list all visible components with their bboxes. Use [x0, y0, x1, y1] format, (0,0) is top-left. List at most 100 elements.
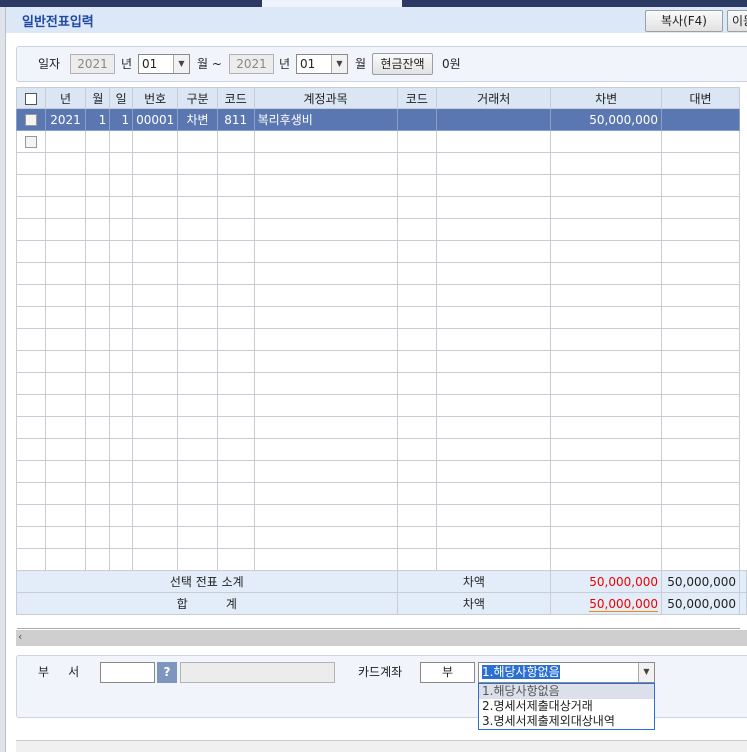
- table-cell[interactable]: [550, 306, 662, 329]
- table-cell[interactable]: [396, 130, 438, 153]
- table-cell[interactable]: [109, 548, 134, 571]
- table-cell[interactable]: [44, 460, 87, 483]
- column-header[interactable]: 일: [109, 87, 134, 109]
- table-cell[interactable]: [436, 262, 552, 285]
- table-cell[interactable]: [132, 130, 179, 153]
- column-header[interactable]: 거래처: [436, 87, 552, 109]
- table-cell[interactable]: [396, 152, 438, 175]
- table-cell[interactable]: [660, 482, 741, 505]
- table-cell[interactable]: [660, 152, 741, 175]
- table-cell[interactable]: [85, 130, 111, 153]
- table-cell[interactable]: [253, 306, 398, 329]
- table-cell[interactable]: [396, 526, 438, 549]
- month-to-select[interactable]: 01 ▼: [296, 54, 348, 74]
- table-cell[interactable]: [132, 350, 179, 373]
- table-cell[interactable]: [44, 306, 87, 329]
- table-cell[interactable]: [216, 504, 255, 527]
- table-cell[interactable]: [660, 240, 741, 263]
- table-cell[interactable]: [44, 504, 87, 527]
- table-cell[interactable]: [85, 328, 111, 351]
- table-cell[interactable]: [436, 284, 552, 307]
- table-cell[interactable]: [132, 218, 179, 241]
- table-cell[interactable]: [85, 372, 111, 395]
- table-cell[interactable]: [132, 416, 179, 439]
- table-cell[interactable]: [396, 284, 438, 307]
- table-cell[interactable]: [177, 372, 218, 395]
- table-cell[interactable]: [660, 416, 741, 439]
- checkbox-icon[interactable]: [24, 114, 37, 126]
- table-cell[interactable]: [253, 416, 398, 439]
- table-cell[interactable]: [550, 350, 662, 373]
- table-cell[interactable]: [109, 284, 134, 307]
- table-cell[interactable]: [660, 108, 741, 131]
- table-cell[interactable]: [550, 438, 662, 461]
- table-cell[interactable]: [550, 482, 662, 505]
- table-cell[interactable]: [132, 152, 179, 175]
- table-row[interactable]: [16, 284, 747, 307]
- table-cell[interactable]: [396, 174, 438, 197]
- table-cell[interactable]: [44, 482, 87, 505]
- table-cell[interactable]: [396, 438, 438, 461]
- table-cell[interactable]: [216, 196, 255, 219]
- table-cell[interactable]: [177, 218, 218, 241]
- table-cell[interactable]: [44, 174, 87, 197]
- table-cell[interactable]: [550, 416, 662, 439]
- table-cell[interactable]: [44, 284, 87, 307]
- month-from-select[interactable]: 01 ▼: [138, 54, 190, 74]
- table-cell[interactable]: [436, 240, 552, 263]
- table-cell[interactable]: [253, 350, 398, 373]
- table-cell[interactable]: [132, 328, 179, 351]
- table-cell[interactable]: [109, 438, 134, 461]
- table-cell[interactable]: [85, 548, 111, 571]
- table-cell[interactable]: [396, 372, 438, 395]
- table-cell[interactable]: 811: [216, 108, 255, 131]
- table-cell[interactable]: [44, 218, 87, 241]
- table-cell[interactable]: [550, 284, 662, 307]
- table-cell[interactable]: [85, 262, 111, 285]
- table-cell[interactable]: [396, 218, 438, 241]
- table-cell[interactable]: [396, 240, 438, 263]
- row-checkbox[interactable]: [16, 460, 46, 483]
- row-checkbox[interactable]: [16, 548, 46, 571]
- table-cell[interactable]: [177, 130, 218, 153]
- table-cell[interactable]: [660, 306, 741, 329]
- table-cell[interactable]: [253, 174, 398, 197]
- horizontal-scrollbar[interactable]: ‹: [16, 630, 747, 646]
- active-tab[interactable]: [262, 0, 402, 7]
- table-cell[interactable]: [660, 130, 741, 153]
- table-cell[interactable]: [550, 196, 662, 219]
- table-cell[interactable]: [177, 328, 218, 351]
- table-cell[interactable]: [550, 130, 662, 153]
- table-cell[interactable]: [132, 174, 179, 197]
- table-cell[interactable]: [109, 504, 134, 527]
- table-cell[interactable]: [253, 284, 398, 307]
- table-cell[interactable]: [109, 482, 134, 505]
- dropdown-option[interactable]: 2.명세서제출대상거래: [479, 699, 654, 714]
- table-cell[interactable]: [396, 482, 438, 505]
- table-cell[interactable]: [436, 196, 552, 219]
- column-header[interactable]: 계정과목: [253, 87, 398, 109]
- table-cell[interactable]: [660, 548, 741, 571]
- row-checkbox[interactable]: [16, 108, 46, 131]
- table-cell[interactable]: [396, 328, 438, 351]
- table-cell[interactable]: [660, 284, 741, 307]
- table-cell[interactable]: [396, 394, 438, 417]
- table-row[interactable]: [16, 130, 747, 153]
- table-cell[interactable]: [436, 328, 552, 351]
- help-icon[interactable]: ?: [157, 662, 177, 683]
- table-cell[interactable]: [177, 482, 218, 505]
- table-cell[interactable]: [44, 526, 87, 549]
- table-cell[interactable]: [132, 262, 179, 285]
- table-cell[interactable]: [396, 262, 438, 285]
- table-cell[interactable]: [660, 438, 741, 461]
- table-cell[interactable]: [109, 394, 134, 417]
- column-header[interactable]: 번호: [132, 87, 179, 109]
- table-cell[interactable]: 2021: [44, 108, 87, 131]
- table-cell[interactable]: [396, 416, 438, 439]
- table-cell[interactable]: [216, 460, 255, 483]
- table-cell[interactable]: [436, 482, 552, 505]
- table-cell[interactable]: [44, 240, 87, 263]
- table-row[interactable]: [16, 174, 747, 197]
- dept-code-input[interactable]: [100, 662, 155, 683]
- table-row[interactable]: [16, 262, 747, 285]
